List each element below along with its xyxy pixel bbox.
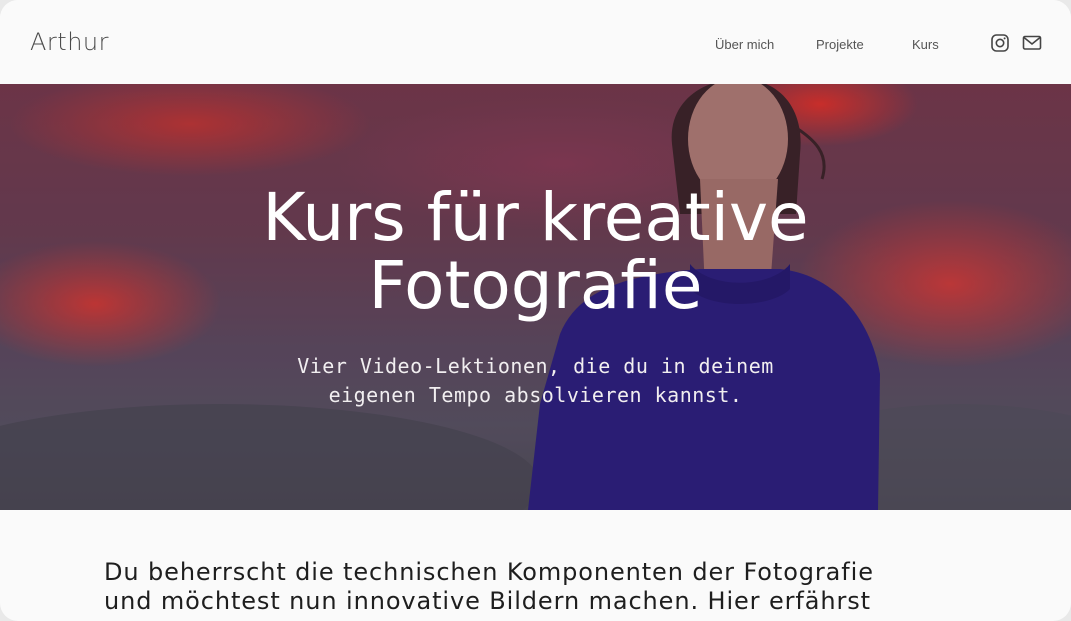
page-frame: Arthur Über mich Projekte Kurs Kurs für … [0,0,1071,621]
intro-paragraph: Du beherrscht die technischen Komponente… [104,558,964,616]
instagram-icon[interactable] [990,33,1010,53]
hero-subtitle: Vier Video-Lektionen, die du in deinem e… [0,352,1071,410]
nav-item-about[interactable]: Über mich [715,37,774,52]
intro-line-1: Du beherrscht die technischen Komponente… [104,558,874,586]
hero-subtitle-line-2: eigenen Tempo absolvieren kannst. [328,383,743,407]
site-header: Arthur Über mich Projekte Kurs [0,0,1071,84]
hero-title-line-1: Kurs für kreative [262,179,809,256]
hero-section: Kurs für kreative Fotografie Vier Video-… [0,84,1071,510]
hero-title: Kurs für kreative Fotografie [0,184,1071,320]
hero-subtitle-line-1: Vier Video-Lektionen, die du in deinem [297,354,774,378]
intro-line-2: und möchtest nun innovative Bildern mach… [104,587,871,615]
nav-item-course[interactable]: Kurs [912,37,939,52]
hero-title-line-2: Fotografie [368,247,703,324]
nav-item-projects[interactable]: Projekte [816,37,864,52]
mail-icon[interactable] [1022,33,1042,53]
brand-logo[interactable]: Arthur [30,28,109,56]
